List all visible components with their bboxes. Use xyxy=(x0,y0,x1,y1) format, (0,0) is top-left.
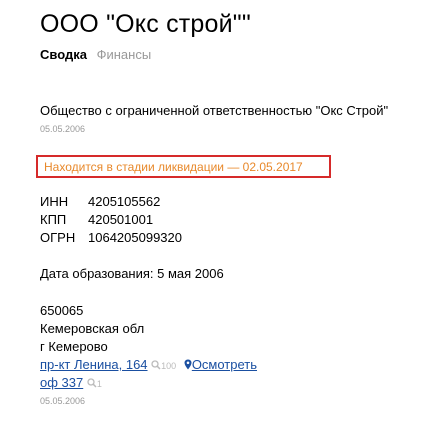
requisite-label: КПП xyxy=(40,212,67,227)
requisite-value: 1064205099320 xyxy=(88,230,182,245)
requisite-label: ОГРН xyxy=(40,230,76,245)
address-office-row: оф 337 1 xyxy=(40,375,102,391)
map-pin-icon xyxy=(184,358,192,373)
requisite-label: ИНН xyxy=(40,194,69,209)
search-icon[interactable] xyxy=(151,358,161,373)
company-full-name: Общество с ограниченной ответственностью… xyxy=(40,103,389,118)
street-link[interactable]: пр-кт Ленина, 164 xyxy=(40,357,148,372)
address-street-row: пр-кт Ленина, 164 100 Осмотреть xyxy=(40,357,257,373)
search-icon[interactable] xyxy=(87,376,97,391)
requisite-ogrn: ОГРН 1064205099320 xyxy=(40,230,182,245)
full-name-date: 05.05.2006 xyxy=(40,124,86,134)
registration-date: Дата образования: 5 мая 2006 xyxy=(40,266,224,281)
address-city: г Кемерово xyxy=(40,339,108,354)
address-date: 05.05.2006 xyxy=(40,396,86,406)
requisite-value: 4205105562 xyxy=(88,194,161,209)
address-region: Кемеровская обл xyxy=(40,321,145,336)
requisite-kpp: КПП 420501001 xyxy=(40,212,153,227)
tab-finance[interactable]: Финансы xyxy=(97,47,152,62)
office-match-count: 1 xyxy=(96,379,102,389)
street-match-count: 100 xyxy=(161,361,177,371)
liquidation-highlight-box: Находится в стадии ликвидации — 02.05.20… xyxy=(36,155,331,178)
requisite-inn: ИНН 4205105562 xyxy=(40,194,160,209)
view-on-map-link[interactable]: Осмотреть xyxy=(192,357,257,372)
page-title: ООО "Окс строй"" xyxy=(40,10,251,38)
tab-summary[interactable]: Сводка xyxy=(40,47,87,62)
requisite-value: 420501001 xyxy=(88,212,154,227)
office-link[interactable]: оф 337 xyxy=(40,375,83,390)
liquidation-status: Находится в стадии ликвидации — 02.05.20… xyxy=(44,160,303,174)
tab-bar: Сводка Финансы xyxy=(40,47,151,62)
address-postcode: 650065 xyxy=(40,303,84,318)
